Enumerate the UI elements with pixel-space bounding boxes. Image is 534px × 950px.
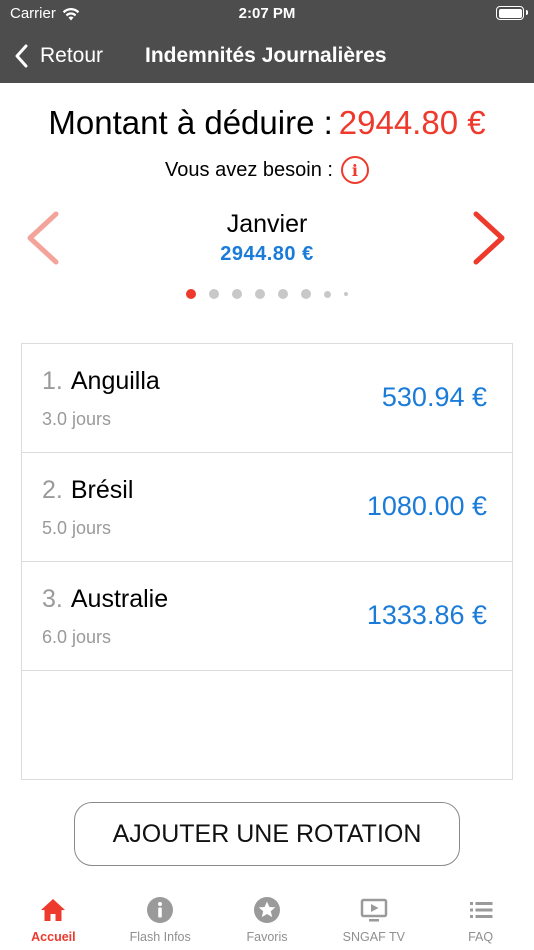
- deduction-label: Montant à déduire :: [48, 104, 333, 141]
- month-name: Janvier: [226, 210, 308, 238]
- rotation-list: 1. Anguilla 3.0 jours 530.94 € 2. Brésil 5…: [21, 343, 513, 780]
- item-amount: 1080.00 €: [366, 491, 487, 521]
- page-dot[interactable]: [324, 290, 331, 298]
- info-circle-icon[interactable]: i: [340, 156, 369, 184]
- list-icon: [469, 902, 493, 918]
- page-dot[interactable]: [232, 289, 242, 299]
- tab-favoris[interactable]: Favoris: [214, 886, 321, 950]
- country-label: Anguilla: [70, 367, 160, 395]
- add-rotation-button[interactable]: AJOUTER UNE ROTATION: [74, 802, 460, 866]
- tab-label: Favoris: [246, 930, 288, 944]
- status-bar: Carrier 2:07 PM: [0, 0, 534, 28]
- item-amount: 1333.86 €: [366, 600, 487, 630]
- battery-icon: [496, 6, 528, 20]
- tab-bar: Accueil Flash Infos Favoris SNGAF TV FAQ: [0, 886, 534, 950]
- deduction-value: 2944.80 €: [338, 104, 486, 141]
- page-dot[interactable]: [344, 292, 348, 296]
- destination-name: 2. Brésil: [42, 476, 133, 505]
- navigation-bar: Retour Indemnités Journalières: [0, 28, 534, 83]
- tab-label: SNGAF TV: [342, 930, 405, 944]
- tab-faq[interactable]: FAQ: [427, 886, 534, 950]
- item-number: 2.: [42, 476, 63, 504]
- deduction-summary: Montant à déduire :2944.80 €: [0, 104, 534, 142]
- page-dot[interactable]: [278, 289, 288, 299]
- page-title: Indemnités Journalières: [145, 43, 387, 67]
- back-label: Retour: [40, 43, 104, 67]
- country-label: Brésil: [70, 476, 134, 504]
- tab-flash-infos[interactable]: Flash Infos: [107, 886, 214, 950]
- next-month-arrow-icon[interactable]: [470, 210, 510, 266]
- item-number: 1.: [42, 367, 63, 395]
- tab-label: FAQ: [468, 930, 494, 944]
- page-dot[interactable]: [209, 289, 219, 299]
- days-count: 5.0 jours: [42, 518, 112, 538]
- chevron-left-icon: [15, 44, 28, 67]
- tab-accueil[interactable]: Accueil: [0, 886, 107, 950]
- list-item[interactable]: 1. Anguilla 3.0 jours 530.94 €: [22, 344, 512, 453]
- page-dot[interactable]: [186, 289, 196, 299]
- page-indicator[interactable]: [0, 289, 534, 299]
- days-count: 6.0 jours: [42, 627, 112, 647]
- tab-label: Flash Infos: [129, 930, 191, 944]
- item-amount: 530.94 €: [381, 382, 487, 412]
- need-label: Vous avez besoin :: [165, 158, 333, 181]
- star-icon: [253, 897, 280, 923]
- item-number: 3.: [42, 585, 63, 613]
- back-button[interactable]: Retour: [14, 28, 103, 83]
- page-dot[interactable]: [301, 289, 311, 299]
- tv-icon: [360, 898, 388, 922]
- tab-sngaf-tv[interactable]: SNGAF TV: [320, 886, 427, 950]
- page-dot[interactable]: [255, 289, 265, 299]
- need-info-line: Vous avez besoin : i: [0, 156, 534, 184]
- status-time: 2:07 PM: [238, 5, 296, 22]
- country-label: Australie: [70, 585, 169, 613]
- home-icon: [41, 899, 66, 921]
- list-item[interactable]: 3. Australie 6.0 jours 1333.86 €: [22, 562, 512, 671]
- tab-label: Accueil: [31, 930, 76, 944]
- month-amount: 2944.80 €: [220, 243, 314, 265]
- destination-name: 1. Anguilla: [42, 367, 160, 396]
- destination-name: 3. Australie: [42, 585, 168, 614]
- info-icon: [147, 897, 174, 923]
- list-item[interactable]: 2. Brésil 5.0 jours 1080.00 €: [22, 453, 512, 562]
- days-count: 3.0 jours: [42, 409, 112, 429]
